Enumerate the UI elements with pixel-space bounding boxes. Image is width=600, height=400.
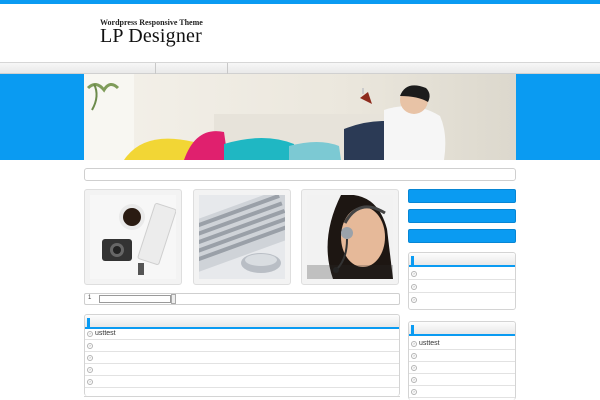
desk-image xyxy=(90,195,176,279)
list-item[interactable]: › usttest xyxy=(409,339,515,350)
thumbnail-desk[interactable] xyxy=(84,189,182,285)
sidebar-widget-2: › usttest › › › › xyxy=(408,321,516,400)
bullet-icon: › xyxy=(87,331,93,337)
nav-item-2[interactable] xyxy=(156,63,228,74)
widget-header xyxy=(409,322,515,336)
header-marker xyxy=(87,318,90,327)
support-image xyxy=(307,195,393,279)
header-marker xyxy=(411,256,414,265)
bullet-icon: › xyxy=(87,355,93,361)
bullet-icon: › xyxy=(411,341,417,347)
thumbnail-keyboard[interactable] xyxy=(193,189,291,285)
main-nav xyxy=(0,62,600,74)
list-item[interactable]: › xyxy=(85,341,399,352)
pager-marker: 1 xyxy=(88,295,92,301)
list-item[interactable]: › xyxy=(409,387,515,398)
bullet-icon: › xyxy=(411,271,417,277)
bullet-icon: › xyxy=(411,377,417,383)
bullet-icon: › xyxy=(87,343,93,349)
pager-bar: 1 xyxy=(84,293,400,305)
wide-search-bar[interactable] xyxy=(84,168,516,181)
list-item-label: usttest xyxy=(419,340,440,347)
pager-button[interactable] xyxy=(171,294,176,304)
nav-item-3[interactable] xyxy=(228,63,300,74)
thumbnail-support[interactable] xyxy=(301,189,399,285)
sidebar-button-1[interactable] xyxy=(408,189,516,203)
list-header xyxy=(85,315,399,329)
sidebar-widget-1: › › › xyxy=(408,252,516,310)
list-item[interactable]: › xyxy=(409,375,515,386)
bullet-icon: › xyxy=(411,284,417,290)
list-item[interactable]: › usttest xyxy=(85,329,399,340)
keyboard-image xyxy=(199,195,285,279)
sidebar-button-3[interactable] xyxy=(408,229,516,243)
list-item[interactable]: › xyxy=(85,353,399,364)
main-list-panel: › usttest › › › › xyxy=(84,314,400,396)
list-item[interactable]: › xyxy=(409,282,515,293)
list-item[interactable]: › xyxy=(409,351,515,362)
list-item[interactable]: › xyxy=(409,295,515,306)
pager-input[interactable] xyxy=(99,295,171,303)
bullet-icon: › xyxy=(411,389,417,395)
bullet-icon: › xyxy=(87,367,93,373)
list-item[interactable]: › xyxy=(85,365,399,376)
widget-header xyxy=(409,253,515,267)
hero-image xyxy=(84,74,516,160)
nav-item-1[interactable] xyxy=(84,63,156,74)
content-divider xyxy=(84,396,400,400)
site-header: Wordpress Responsive Theme LP Designer xyxy=(0,4,600,62)
sidebar-button-2[interactable] xyxy=(408,209,516,223)
list-item-label: usttest xyxy=(95,330,116,337)
list-item[interactable]: › xyxy=(409,363,515,374)
site-logo[interactable]: LP Designer xyxy=(100,25,202,48)
list-item[interactable]: › xyxy=(409,269,515,280)
header-marker xyxy=(411,325,414,334)
bullet-icon: › xyxy=(411,297,417,303)
bullet-icon: › xyxy=(411,353,417,359)
bullet-icon: › xyxy=(411,365,417,371)
list-item[interactable]: › xyxy=(85,377,399,388)
bullet-icon: › xyxy=(87,379,93,385)
